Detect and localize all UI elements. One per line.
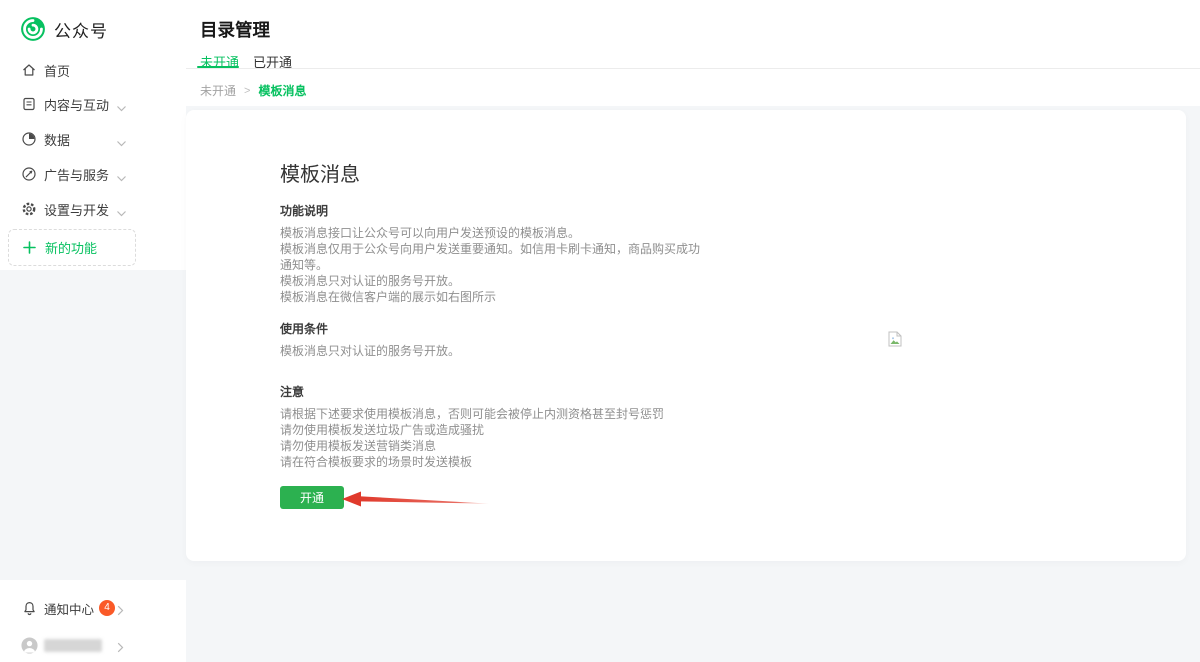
section-text-line: 模板消息只对认证的服务号开放。 bbox=[280, 344, 461, 358]
section-heading: 注意 bbox=[280, 385, 305, 399]
breadcrumb-parent[interactable]: 未开通 bbox=[200, 82, 236, 99]
section-text-line: 通知等。 bbox=[280, 258, 329, 272]
notification-center[interactable]: 通知中心 4 bbox=[0, 597, 186, 619]
sidebar-item-new-feature[interactable]: 新的功能 bbox=[8, 229, 136, 266]
content-card: 模板消息 功能说明 模板消息接口让公众号可以向用户发送预设的模板消息。 模板消息… bbox=[186, 110, 1186, 561]
pie-chart-icon bbox=[21, 131, 37, 147]
annotation-arrow-icon bbox=[340, 488, 492, 512]
sidebar-item-content-interaction[interactable]: 内容与互动 bbox=[0, 93, 186, 115]
breadcrumb-separator-icon: > bbox=[244, 84, 251, 97]
chevron-down-icon bbox=[116, 170, 127, 182]
open-button[interactable]: 开通 bbox=[280, 486, 344, 509]
section-heading: 功能说明 bbox=[280, 204, 329, 218]
document-icon bbox=[21, 96, 37, 112]
section-notice: 注意 请根据下述要求使用模板消息，否则可能会被停止内测资格甚至封号惩罚 请勿使用… bbox=[280, 383, 665, 470]
sidebar-item-data[interactable]: 数据 bbox=[0, 128, 186, 150]
breadcrumb: 未开通 > 模板消息 bbox=[200, 82, 306, 99]
chevron-down-icon bbox=[116, 100, 127, 112]
gear-icon bbox=[21, 201, 37, 217]
chevron-down-icon bbox=[116, 205, 127, 217]
broken-image-icon bbox=[888, 331, 902, 347]
sidebar-item-home[interactable]: 首页 bbox=[0, 59, 186, 81]
brand-name: 公众号 bbox=[54, 21, 108, 41]
section-text-line: 请在符合模板要求的场景时发送模板 bbox=[280, 455, 473, 469]
plus-icon bbox=[23, 241, 36, 254]
section-usage-conditions: 使用条件 模板消息只对认证的服务号开放。 bbox=[280, 320, 660, 359]
home-icon bbox=[21, 62, 37, 78]
section-text-line: 模板消息在微信客户端的展示如右图所示 bbox=[280, 290, 497, 304]
chevron-right-icon bbox=[117, 640, 124, 652]
chevron-down-icon bbox=[116, 135, 127, 147]
avatar-icon bbox=[21, 636, 38, 654]
section-text-line: 请根据下述要求使用模板消息，否则可能会被停止内测资格甚至封号惩罚 bbox=[280, 407, 665, 421]
section-feature-description: 功能说明 模板消息接口让公众号可以向用户发送预设的模板消息。 模板消息仅用于公众… bbox=[280, 202, 701, 305]
bell-icon bbox=[21, 600, 38, 617]
section-heading: 使用条件 bbox=[280, 322, 329, 336]
sidebar-item-settings-dev[interactable]: 设置与开发 bbox=[0, 198, 186, 220]
feature-title: 模板消息 bbox=[280, 164, 360, 186]
section-text-line: 请勿使用模板发送营销类消息 bbox=[280, 439, 437, 453]
breadcrumb-current[interactable]: 模板消息 bbox=[258, 82, 306, 99]
section-text-line: 模板消息接口让公众号可以向用户发送预设的模板消息。 bbox=[280, 226, 581, 240]
account-name-redacted bbox=[44, 639, 102, 652]
account-row[interactable] bbox=[0, 634, 186, 656]
chevron-right-icon bbox=[117, 603, 124, 615]
section-text-line: 模板消息只对认证的服务号开放。 bbox=[280, 274, 461, 288]
brand-logo[interactable]: 公众号 bbox=[20, 16, 108, 42]
wechat-official-account-icon bbox=[20, 16, 46, 42]
compass-icon bbox=[21, 166, 37, 182]
page-title: 目录管理 bbox=[200, 20, 270, 40]
section-text-line: 模板消息仅用于公众号向用户发送重要通知。如信用卡刷卡通知，商品购买成功 bbox=[280, 242, 701, 256]
tabs-divider bbox=[186, 68, 1200, 69]
sidebar-item-ads-services[interactable]: 广告与服务 bbox=[0, 163, 186, 185]
notification-badge: 4 bbox=[99, 600, 115, 616]
section-text-line: 请勿使用模板发送垃圾广告或造成骚扰 bbox=[280, 423, 485, 437]
